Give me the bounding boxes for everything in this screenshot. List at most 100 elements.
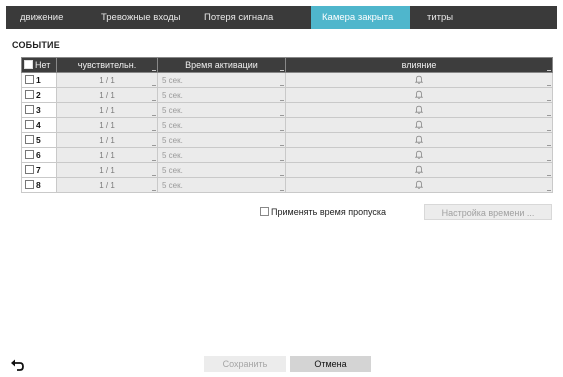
row-number: 5 — [36, 135, 41, 145]
activation-time-cell[interactable]: 5 сек. — [157, 162, 286, 178]
table-row[interactable]: 3 1 / 1 5 сек. — [21, 102, 553, 118]
activation-time-value: 5 сек. — [162, 135, 183, 145]
activation-time-cell[interactable]: 5 сек. — [157, 132, 286, 148]
cell-menu-marker — [152, 85, 156, 86]
header-activation-time[interactable]: Время активации — [157, 57, 286, 73]
influence-cell[interactable] — [285, 147, 553, 163]
activation-time-cell[interactable]: 5 сек. — [157, 147, 286, 163]
time-settings-button[interactable]: Настройка времени ... — [424, 204, 552, 220]
influence-cell[interactable] — [285, 87, 553, 103]
skip-time-label: Применять время пропуска — [271, 207, 387, 217]
table-row[interactable]: 2 1 / 1 5 сек. — [21, 87, 553, 103]
header-none[interactable]: Нет — [21, 57, 57, 73]
activation-time-value: 5 сек. — [162, 120, 183, 130]
sensitivity-value: 1 / 1 — [99, 165, 115, 175]
cell-menu-marker — [280, 85, 284, 86]
row-number: 2 — [36, 90, 41, 100]
row-number: 1 — [36, 75, 41, 85]
row-select-cell[interactable]: 1 — [21, 72, 57, 88]
row-select-cell[interactable]: 7 — [21, 162, 57, 178]
skip-time-checkbox[interactable] — [260, 207, 269, 216]
sensitivity-cell[interactable]: 1 / 1 — [56, 87, 158, 103]
sensitivity-cell[interactable]: 1 / 1 — [56, 162, 158, 178]
header-sensitivity[interactable]: чувствительн. — [56, 57, 158, 73]
row-select-cell[interactable]: 3 — [21, 102, 57, 118]
cell-menu-marker — [547, 175, 551, 176]
cancel-button[interactable]: Отмена — [290, 356, 371, 372]
row-number: 8 — [36, 180, 41, 190]
tab-alarm-inputs[interactable]: Тревожные входы — [94, 6, 186, 29]
sensitivity-cell[interactable]: 1 / 1 — [56, 72, 158, 88]
influence-cell[interactable] — [285, 102, 553, 118]
row-checkbox[interactable] — [25, 75, 34, 84]
table-row[interactable]: 6 1 / 1 5 сек. — [21, 147, 553, 163]
row-checkbox[interactable] — [25, 90, 34, 99]
activation-time-value: 5 сек. — [162, 75, 183, 85]
tab-bar: движение Тревожные входы Потеря сигнала … — [6, 6, 557, 29]
tab-motion[interactable]: движение — [12, 6, 64, 29]
section-title: СОБЫТИЕ — [12, 40, 60, 50]
cell-menu-marker — [152, 175, 156, 176]
sensitivity-value: 1 / 1 — [99, 150, 115, 160]
sensitivity-cell[interactable]: 1 / 1 — [56, 102, 158, 118]
bell-icon — [415, 135, 423, 144]
back-button[interactable] — [9, 358, 26, 372]
sensitivity-value: 1 / 1 — [99, 135, 115, 145]
row-number: 4 — [36, 120, 41, 130]
row-checkbox[interactable] — [25, 105, 34, 114]
table-row[interactable]: 4 1 / 1 5 сек. — [21, 117, 553, 133]
column-menu-marker — [152, 70, 156, 71]
select-all-checkbox[interactable] — [24, 60, 33, 69]
table-row[interactable]: 8 1 / 1 5 сек. — [21, 177, 553, 193]
table-row[interactable]: 5 1 / 1 5 сек. — [21, 132, 553, 148]
cell-menu-marker — [152, 115, 156, 116]
activation-time-cell[interactable]: 5 сек. — [157, 87, 286, 103]
tab-label: Тревожные входы — [101, 12, 181, 23]
activation-time-value: 5 сек. — [162, 150, 183, 160]
activation-time-cell[interactable]: 5 сек. — [157, 117, 286, 133]
tab-camera-tamper[interactable]: Камера закрыта — [311, 6, 410, 29]
tab-label: Камера закрыта — [322, 12, 394, 23]
row-select-cell[interactable]: 6 — [21, 147, 57, 163]
sensitivity-cell[interactable]: 1 / 1 — [56, 177, 158, 193]
row-checkbox[interactable] — [25, 120, 34, 129]
influence-cell[interactable] — [285, 177, 553, 193]
row-select-cell[interactable]: 5 — [21, 132, 57, 148]
save-button[interactable]: Сохранить — [204, 356, 286, 372]
row-select-cell[interactable]: 4 — [21, 117, 57, 133]
activation-time-value: 5 сек. — [162, 165, 183, 175]
influence-cell[interactable] — [285, 117, 553, 133]
row-checkbox[interactable] — [25, 135, 34, 144]
activation-time-cell[interactable]: 5 сек. — [157, 102, 286, 118]
sensitivity-cell[interactable]: 1 / 1 — [56, 147, 158, 163]
activation-time-cell[interactable]: 5 сек. — [157, 72, 286, 88]
table-row[interactable]: 7 1 / 1 5 сек. — [21, 162, 553, 178]
influence-cell[interactable] — [285, 72, 553, 88]
header-activation-label: Время активации — [185, 60, 258, 70]
activation-time-value: 5 сек. — [162, 180, 183, 190]
skip-time-option[interactable]: Применять время пропуска — [260, 207, 386, 217]
influence-cell[interactable] — [285, 132, 553, 148]
tab-captions[interactable]: титры — [420, 6, 460, 29]
header-influence[interactable]: влияние — [285, 57, 553, 73]
header-influence-label: влияние — [401, 60, 437, 70]
sensitivity-cell[interactable]: 1 / 1 — [56, 132, 158, 148]
row-checkbox[interactable] — [25, 150, 34, 159]
row-select-cell[interactable]: 8 — [21, 177, 57, 193]
cell-menu-marker — [280, 145, 284, 146]
activation-time-cell[interactable]: 5 сек. — [157, 177, 286, 193]
activation-time-value: 5 сек. — [162, 90, 183, 100]
cell-menu-marker — [152, 130, 156, 131]
bell-icon — [415, 180, 423, 189]
tab-video-loss[interactable]: Потеря сигнала — [198, 6, 298, 29]
bell-icon — [415, 165, 423, 174]
cell-menu-marker — [547, 85, 551, 86]
bell-icon — [415, 150, 423, 159]
table-row[interactable]: 1 1 / 1 5 сек. — [21, 72, 553, 88]
sensitivity-cell[interactable]: 1 / 1 — [56, 117, 158, 133]
row-select-cell[interactable]: 2 — [21, 87, 57, 103]
row-checkbox[interactable] — [25, 180, 34, 189]
row-checkbox[interactable] — [25, 165, 34, 174]
sensitivity-value: 1 / 1 — [99, 75, 115, 85]
influence-cell[interactable] — [285, 162, 553, 178]
